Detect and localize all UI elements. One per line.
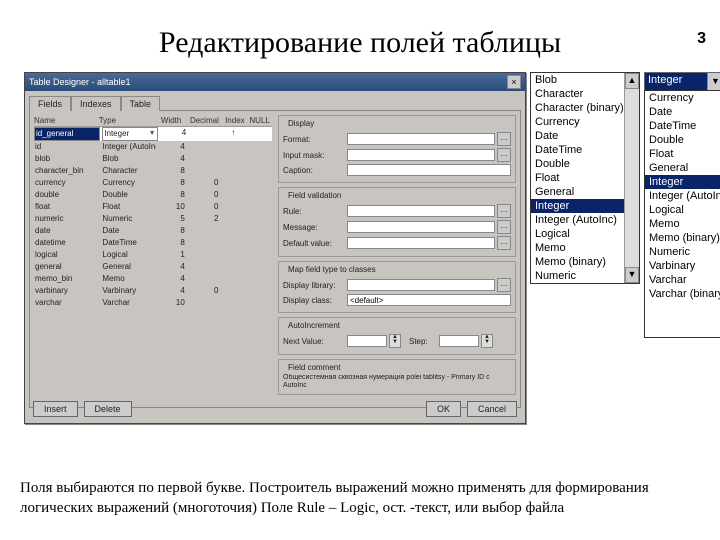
table-row[interactable]: datetimeDateTime8 (34, 237, 272, 249)
mask-input[interactable] (347, 149, 495, 161)
list-item[interactable]: General (645, 161, 720, 175)
table-row[interactable]: floatFloat100 (34, 201, 272, 213)
message-input[interactable] (347, 221, 495, 233)
table-row[interactable]: generalGeneral4 (34, 261, 272, 273)
comment-group: Field comment Общесистемная сквозная нум… (278, 359, 516, 395)
table-row[interactable]: memo_binMemo4 (34, 273, 272, 285)
scroll-down-icon[interactable]: ▼ (625, 267, 639, 283)
format-input[interactable] (347, 133, 495, 145)
list-item[interactable]: Numeric (531, 269, 639, 283)
list-item[interactable]: Float (531, 171, 639, 185)
window-titlebar[interactable]: Table Designer - alltable1 × (25, 73, 525, 91)
list-item[interactable]: Blob (531, 73, 639, 87)
scrollbar[interactable]: ▲▼ (624, 73, 639, 283)
table-row[interactable]: dateDate8 (34, 225, 272, 237)
next-input[interactable] (347, 335, 387, 347)
list-item[interactable]: DateTime (531, 143, 639, 157)
list-item[interactable]: Currency (645, 91, 720, 105)
cancel-button[interactable]: Cancel (467, 401, 517, 417)
window-title-text: Table Designer - alltable1 (29, 77, 131, 87)
type-list-1[interactable]: BlobCharacterCharacter (binary)CurrencyD… (530, 72, 640, 284)
slide-title: Редактирование полей таблицы (20, 26, 700, 60)
table-row[interactable]: currencyCurrency80 (34, 177, 272, 189)
class-input[interactable] (347, 294, 511, 306)
comment-text: Общесистемная сквозная нумерация polei t… (283, 374, 511, 390)
slide-caption: Поля выбираются по первой букве. Построи… (20, 478, 700, 518)
step-input[interactable] (439, 335, 479, 347)
grid-header: Name Type Width Decimal Index NULL (34, 115, 272, 127)
close-icon[interactable]: × (507, 75, 521, 89)
default-input[interactable] (347, 237, 495, 249)
list-item[interactable]: Memo (645, 217, 720, 231)
display-group: Display Format:… Input mask:… Caption: (278, 115, 516, 183)
list-item[interactable]: General (531, 185, 639, 199)
tab-table[interactable]: Table (121, 96, 161, 111)
caption-input[interactable] (347, 164, 511, 176)
list-item[interactable]: Memo (binary) (531, 255, 639, 269)
table-row[interactable]: blobBlob4 (34, 153, 272, 165)
tab-indexes[interactable]: Indexes (71, 96, 121, 111)
table-row[interactable]: doubleDouble80 (34, 189, 272, 201)
list-item[interactable]: Character (531, 87, 639, 101)
autoinc-group: AutoIncrement Next Value:▲▼ Step:▲▼ (278, 317, 516, 355)
ellipsis-button[interactable]: … (497, 132, 511, 146)
ok-button[interactable]: OK (426, 401, 461, 417)
list-item[interactable]: Memo (531, 241, 639, 255)
list-item[interactable]: Date (645, 105, 720, 119)
tab-fields[interactable]: Fields (29, 96, 71, 111)
table-row[interactable]: varcharVarchar10 (34, 297, 272, 309)
list-item[interactable]: Double (531, 157, 639, 171)
fields-grid[interactable]: id_generalInteger▼4↑idInteger (AutoInc)4… (34, 127, 272, 309)
list-item[interactable]: Float (645, 147, 720, 161)
lib-input[interactable] (347, 279, 495, 291)
mapclass-group: Map field type to classes Display librar… (278, 261, 516, 313)
list-item[interactable]: Integer (531, 199, 639, 213)
table-row[interactable]: character_binCharacter8 (34, 165, 272, 177)
spinner-icon[interactable]: ▲▼ (389, 334, 401, 348)
list-item[interactable]: Integer (AutoInc) (645, 189, 720, 203)
type-combo[interactable]: Integer ▼ (644, 72, 720, 92)
page-number: 3 (697, 30, 706, 48)
table-designer-window: Table Designer - alltable1 × Fields Inde… (24, 72, 526, 424)
table-row[interactable]: id_generalInteger▼4↑ (34, 127, 272, 141)
validation-group: Field validation Rule:… Message:… Defaul… (278, 187, 516, 257)
list-item[interactable]: Integer (AutoInc) (531, 213, 639, 227)
list-item[interactable]: Varbinary (645, 259, 720, 273)
list-item[interactable]: Varchar (binary) (645, 287, 720, 301)
list-item[interactable]: Varchar (645, 273, 720, 287)
scroll-up-icon[interactable]: ▲ (625, 73, 639, 89)
list-item[interactable]: Integer (645, 175, 720, 189)
delete-button[interactable]: Delete (84, 401, 132, 417)
rule-input[interactable] (347, 205, 495, 217)
table-row[interactable]: logicalLogical1 (34, 249, 272, 261)
table-row[interactable]: idInteger (AutoInc)4 (34, 141, 272, 153)
list-item[interactable]: Logical (645, 203, 720, 217)
list-item[interactable]: Date (531, 129, 639, 143)
list-item[interactable]: Memo (binary) (645, 231, 720, 245)
tab-strip: Fields Indexes Table (29, 95, 521, 110)
list-item[interactable]: Double (645, 133, 720, 147)
table-row[interactable]: varbinaryVarbinary40 (34, 285, 272, 297)
list-item[interactable]: Currency (531, 115, 639, 129)
insert-button[interactable]: Insert (33, 401, 78, 417)
list-item[interactable]: Character (binary) (531, 101, 639, 115)
list-item[interactable]: Numeric (645, 245, 720, 259)
list-item[interactable]: Logical (531, 227, 639, 241)
combo-value: Integer (645, 73, 707, 91)
type-list-2[interactable]: CurrencyDateDateTimeDoubleFloatGeneralIn… (644, 90, 720, 338)
list-item[interactable]: DateTime (645, 119, 720, 133)
chevron-down-icon[interactable]: ▼ (707, 73, 720, 91)
table-row[interactable]: numericNumeric52 (34, 213, 272, 225)
